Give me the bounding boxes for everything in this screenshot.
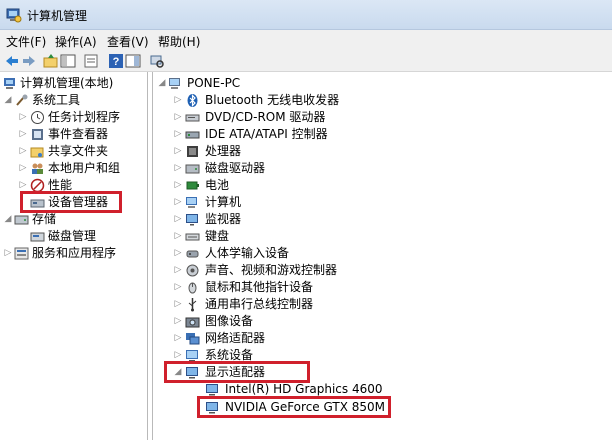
expand-arrow-icon[interactable]: ▷ <box>173 331 183 345</box>
disk-management-icon <box>30 232 45 242</box>
show-hide-tree-icon[interactable] <box>60 53 76 69</box>
expand-arrow-icon[interactable]: ▷ <box>173 195 183 209</box>
computer-management-icon <box>4 78 15 89</box>
expand-arrow-icon[interactable]: ▷ <box>173 314 183 328</box>
clock-icon <box>31 111 44 124</box>
highlight-display-adapters <box>164 361 310 383</box>
device-tree-root[interactable]: ◢ PONE-PC <box>153 75 611 92</box>
device-category[interactable]: ▷ 监视器 <box>153 211 611 228</box>
device-category[interactable]: ▷ DVD/CD-ROM 驱动器 <box>153 109 611 126</box>
menu-help[interactable]: 帮助(H) <box>158 33 200 50</box>
expand-arrow-icon[interactable]: ▷ <box>173 144 183 158</box>
hid-icon <box>186 250 199 258</box>
highlight-nvidia-adapter <box>197 396 391 418</box>
event-viewer-icon <box>32 129 43 140</box>
computer-management-icon <box>6 8 22 23</box>
title-bar: 计算机管理 <box>0 0 612 30</box>
expand-arrow-icon[interactable]: ▷ <box>173 161 183 175</box>
menu-file[interactable]: 文件(F) <box>6 33 46 50</box>
device-category[interactable]: ▷ 鼠标和其他指针设备 <box>153 279 611 296</box>
expand-arrow-icon[interactable]: ▷ <box>18 178 28 192</box>
back-arrow-icon[interactable] <box>4 53 20 69</box>
tree-item-shared-folders[interactable]: ▷ 共享文件夹 <box>0 143 146 160</box>
sound-icon <box>186 264 199 277</box>
collapse-arrow-icon[interactable]: ◢ <box>3 212 13 226</box>
usb-icon <box>188 298 197 312</box>
tree-item-event-viewer[interactable]: ▷ 事件查看器 <box>0 126 146 143</box>
menu-bar: 文件(F) 操作(A) 查看(V) 帮助(H) <box>0 30 612 50</box>
battery-icon <box>186 181 199 190</box>
device-category[interactable]: ▷ 声音、视频和游戏控制器 <box>153 262 611 279</box>
tree-item-computer-management[interactable]: 计算机管理(本地) <box>0 75 146 92</box>
console-tree: 计算机管理(本地) ◢ 系统工具 ▷ 任务计划程序 ▷ 事件查看器 ▷ 共享文件… <box>0 72 148 440</box>
device-category[interactable]: ▷ 电池 <box>153 177 611 194</box>
tree-item-disk-management[interactable]: 磁盘管理 <box>0 228 146 245</box>
ide-controller-icon <box>185 131 200 139</box>
shared-folder-icon <box>30 147 44 158</box>
expand-arrow-icon[interactable]: ▷ <box>173 246 183 260</box>
dvd-drive-icon <box>185 114 200 122</box>
expand-arrow-icon[interactable]: ▷ <box>173 280 183 294</box>
display-adapter-icon <box>206 384 218 396</box>
disk-drive-icon <box>185 164 200 174</box>
expand-arrow-icon[interactable]: ▷ <box>173 229 183 243</box>
expand-arrow-icon[interactable]: ▷ <box>18 161 28 175</box>
monitor-icon <box>186 214 198 226</box>
expand-arrow-icon[interactable]: ▷ <box>173 93 183 107</box>
highlight-device-manager <box>20 191 122 213</box>
bluetooth-icon <box>187 94 198 107</box>
expand-arrow-icon[interactable]: ▷ <box>3 246 13 260</box>
device-category[interactable]: ▷ 磁盘驱动器 <box>153 160 611 177</box>
expand-arrow-icon[interactable]: ▷ <box>18 144 28 158</box>
help-icon[interactable]: ? <box>108 53 124 69</box>
svg-text:?: ? <box>113 56 120 68</box>
forward-arrow-icon[interactable] <box>21 53 37 69</box>
view-icon[interactable] <box>125 53 141 69</box>
device-category[interactable]: ▷ IDE ATA/ATAPI 控制器 <box>153 126 611 143</box>
menu-view[interactable]: 查看(V) <box>107 33 149 50</box>
computer-icon <box>169 78 180 89</box>
users-icon <box>32 163 43 174</box>
tree-item-task-scheduler[interactable]: ▷ 任务计划程序 <box>0 109 146 126</box>
device-category[interactable]: ▷ 网络适配器 <box>153 330 611 347</box>
scan-hardware-icon[interactable] <box>149 53 165 69</box>
expand-arrow-icon[interactable]: ▷ <box>18 110 28 124</box>
device-category[interactable]: ▷ Bluetooth 无线电收发器 <box>153 92 611 109</box>
collapse-arrow-icon[interactable]: ◢ <box>157 76 167 90</box>
device-tree: ◢ PONE-PC ▷ Bluetooth 无线电收发器 ▷ DVD/CD-RO… <box>152 72 612 440</box>
expand-arrow-icon[interactable]: ▷ <box>173 110 183 124</box>
keyboard-icon <box>185 233 200 241</box>
tree-item-local-users[interactable]: ▷ 本地用户和组 <box>0 160 146 177</box>
device-category[interactable]: ▷ 通用串行总线控制器 <box>153 296 611 313</box>
window-title: 计算机管理 <box>27 9 88 23</box>
expand-arrow-icon[interactable]: ▷ <box>173 127 183 141</box>
device-category[interactable]: ▷ 图像设备 <box>153 313 611 330</box>
expand-arrow-icon[interactable]: ▷ <box>173 212 183 226</box>
device-category[interactable]: ▷ 处理器 <box>153 143 611 160</box>
services-icon <box>14 247 29 260</box>
imaging-device-icon <box>185 317 200 328</box>
network-adapter-icon <box>186 333 200 345</box>
expand-arrow-icon[interactable]: ▷ <box>173 297 183 311</box>
mouse-icon <box>188 282 197 294</box>
tools-icon <box>16 94 28 106</box>
computer-icon <box>186 197 197 208</box>
menu-action[interactable]: 操作(A) <box>55 33 97 50</box>
tree-item-storage[interactable]: ◢ 存储 <box>0 211 146 228</box>
up-folder-icon[interactable] <box>43 53 59 69</box>
device-category[interactable]: ▷ 键盘 <box>153 228 611 245</box>
expand-arrow-icon[interactable]: ▷ <box>173 178 183 192</box>
properties-icon[interactable] <box>83 53 99 69</box>
expand-arrow-icon[interactable]: ▷ <box>173 263 183 277</box>
toolbar: ? <box>0 50 612 72</box>
collapse-arrow-icon[interactable]: ◢ <box>3 93 13 107</box>
device-category[interactable]: ▷ 人体学输入设备 <box>153 245 611 262</box>
processor-icon <box>187 146 198 157</box>
storage-icon <box>14 215 29 225</box>
device-category[interactable]: ▷ 计算机 <box>153 194 611 211</box>
expand-arrow-icon[interactable]: ▷ <box>173 348 183 362</box>
tree-item-services-and-applications[interactable]: ▷ 服务和应用程序 <box>0 245 146 262</box>
tree-item-system-tools[interactable]: ◢ 系统工具 <box>0 92 146 109</box>
expand-arrow-icon[interactable]: ▷ <box>18 127 28 141</box>
